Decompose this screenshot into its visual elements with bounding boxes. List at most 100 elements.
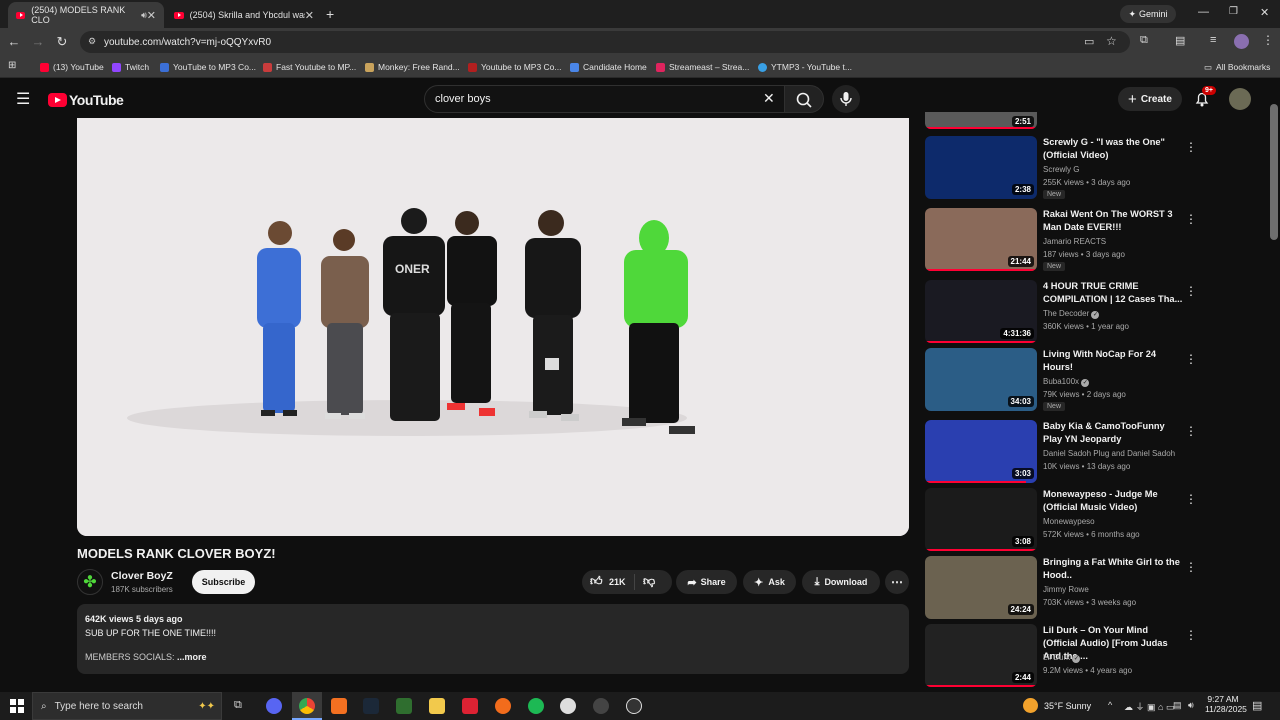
video-thumbnail[interactable]: 2:44 bbox=[925, 624, 1037, 687]
apps-grid-icon[interactable]: ⊞ bbox=[8, 60, 16, 71]
network-icon[interactable]: ▤ bbox=[1173, 700, 1182, 711]
search-button[interactable] bbox=[784, 85, 824, 113]
side-panel-icon[interactable]: ▤ bbox=[1175, 34, 1185, 47]
more-options-icon[interactable]: ⋮ bbox=[1185, 424, 1197, 438]
close-window-button[interactable]: ✕ bbox=[1260, 6, 1269, 19]
task-view-icon[interactable]: ⧉ bbox=[234, 699, 242, 712]
site-info-icon[interactable]: ⚙ bbox=[88, 36, 96, 47]
cast-icon[interactable]: ▭ bbox=[1084, 35, 1094, 48]
tab-search-icon[interactable]: ≡ bbox=[1210, 34, 1216, 46]
video-player[interactable]: ONER bbox=[77, 118, 909, 536]
bookmark-item[interactable]: (13) YouTube bbox=[40, 60, 104, 74]
extensions-icon[interactable]: ⧉ bbox=[1140, 34, 1148, 47]
tab-models-rank[interactable]: (2504) MODELS RANK CLO 🔊︎ ✕ bbox=[8, 2, 164, 28]
vlc-like-icon[interactable] bbox=[331, 698, 347, 714]
recommendation-title[interactable]: Screwly G - "I was the One" (Official Vi… bbox=[1043, 136, 1183, 162]
reload-icon[interactable]: ↻ bbox=[54, 34, 70, 50]
share-button[interactable]: ➦ Share bbox=[676, 570, 737, 594]
notification-center-icon[interactable]: ▤ bbox=[1252, 699, 1262, 712]
close-tab-icon[interactable]: ✕ bbox=[305, 9, 314, 22]
recommendation-channel[interactable]: Monewaypeso bbox=[1043, 517, 1095, 526]
bookmark-item[interactable]: Fast Youtube to MP... bbox=[263, 60, 356, 74]
dislike-icon[interactable]: 👎︎ bbox=[643, 574, 655, 589]
recommendation-title[interactable]: 4 HOUR TRUE CRIME COMPILATION | 12 Cases… bbox=[1043, 280, 1183, 306]
page-scrollbar[interactable] bbox=[1270, 104, 1278, 240]
app-icon[interactable] bbox=[495, 698, 511, 714]
show-more-link[interactable]: ...more bbox=[177, 652, 207, 662]
video-thumbnail[interactable]: 3:03 bbox=[925, 420, 1037, 483]
wordpad-icon[interactable] bbox=[560, 698, 576, 714]
hamburger-menu-icon[interactable]: ☰ bbox=[16, 89, 30, 109]
download-button[interactable]: ⤓ Download bbox=[802, 570, 880, 594]
recommendation-title[interactable]: Rakai Went On The WORST 3 Man Date EVER!… bbox=[1043, 208, 1183, 234]
tab-skrilla[interactable]: (2504) Skrilla and Ybcdul was th ✕ bbox=[166, 2, 322, 28]
minimize-button[interactable]: — bbox=[1198, 6, 1209, 18]
bookmark-star-icon[interactable]: ☆ bbox=[1106, 34, 1117, 48]
more-options-icon[interactable]: ⋮ bbox=[1185, 284, 1197, 298]
more-options-icon[interactable]: ⋮ bbox=[1185, 628, 1197, 642]
create-button[interactable]: + Create bbox=[1118, 87, 1182, 111]
gemini-button[interactable]: ✦ Gemini bbox=[1120, 5, 1176, 23]
more-options-icon[interactable]: ⋮ bbox=[1185, 492, 1197, 506]
video-thumbnail[interactable]: 3:08 bbox=[925, 488, 1037, 551]
discord-icon[interactable] bbox=[266, 698, 282, 714]
app-icon[interactable] bbox=[396, 698, 412, 714]
back-arrow-icon[interactable]: ← bbox=[6, 34, 22, 50]
recommendation-title[interactable]: Living With NoCap For 24 Hours! bbox=[1043, 348, 1183, 374]
volume-icon[interactable]: 🔊︎ bbox=[1188, 700, 1194, 711]
bookmark-item[interactable]: YTMP3 - YouTube t... bbox=[758, 60, 852, 74]
recommendation-item[interactable]: 3:08 Monewaypeso - Judge Me (Official Mus… bbox=[925, 488, 1265, 554]
recommendation-item[interactable]: 3:03 Baby Kia & CamoTooFunny Play YN Jeop… bbox=[925, 420, 1265, 486]
recommendation-item[interactable]: 24:24 Bringing a Fat White Girl to the Ho… bbox=[925, 556, 1265, 622]
more-options-icon[interactable]: ⋮ bbox=[1185, 212, 1197, 226]
ask-button[interactable]: ✦ Ask bbox=[743, 570, 796, 594]
recommendation-channel[interactable]: Daniel Sadoh Plug and Daniel Sadoh bbox=[1043, 449, 1175, 458]
recommendation-channel[interactable]: The Decoder ✓ bbox=[1043, 309, 1100, 319]
media-player-icon[interactable] bbox=[626, 698, 642, 714]
bookmark-item[interactable]: Youtube to MP3 Co... bbox=[468, 60, 562, 74]
recommendation-channel[interactable]: Buba100x ✓ bbox=[1043, 377, 1090, 387]
new-tab-button[interactable]: + bbox=[326, 6, 334, 22]
channel-name[interactable]: Clover BoyZ bbox=[111, 570, 173, 582]
windows-start-icon[interactable] bbox=[10, 699, 24, 718]
address-bar[interactable]: ⚙ youtube.com/watch?v=mj-oQQYxvR0 bbox=[80, 31, 1130, 53]
like-icon[interactable]: 👍︎ bbox=[590, 574, 603, 589]
search-input[interactable]: clover boys bbox=[424, 85, 786, 113]
video-thumbnail[interactable]: 2:38 bbox=[925, 136, 1037, 199]
recommendation-channel[interactable]: Jamario REACTS bbox=[1043, 237, 1106, 246]
tray-chevron-icon[interactable]: ^ bbox=[1108, 700, 1112, 710]
partial-thumbnail[interactable]: 2:51 bbox=[925, 112, 1037, 129]
bookmark-item[interactable]: Monkey: Free Rand... bbox=[365, 60, 460, 74]
recommendation-title[interactable]: Baby Kia & CamoTooFunny Play YN Jeopardy bbox=[1043, 420, 1183, 446]
more-options-icon[interactable]: ⋮ bbox=[1185, 352, 1197, 366]
close-tab-icon[interactable]: ✕ bbox=[147, 9, 156, 22]
youtube-logo[interactable]: YouTube bbox=[48, 92, 124, 108]
recommendation-item[interactable]: 34:03 Living With NoCap For 24 Hours! Buba… bbox=[925, 348, 1265, 414]
recommendation-title[interactable]: Bringing a Fat White Girl to the Hood.. bbox=[1043, 556, 1183, 582]
recommendation-channel[interactable]: Screwly G bbox=[1043, 165, 1079, 174]
account-avatar[interactable] bbox=[1229, 88, 1251, 110]
more-actions-icon[interactable]: ⋯ bbox=[885, 570, 909, 594]
file-explorer-icon[interactable] bbox=[429, 698, 445, 714]
profile-avatar[interactable] bbox=[1234, 34, 1249, 49]
channel-avatar[interactable]: ✤ bbox=[77, 569, 103, 595]
like-count[interactable]: 21K bbox=[609, 577, 626, 587]
bookmark-item[interactable]: Twitch bbox=[112, 60, 149, 74]
bookmark-item[interactable]: Streameast – Strea... bbox=[656, 60, 749, 74]
steam-icon[interactable] bbox=[363, 698, 379, 714]
spotify-icon[interactable] bbox=[528, 698, 544, 714]
video-thumbnail[interactable]: 34:03 bbox=[925, 348, 1037, 411]
forward-arrow-icon[interactable]: → bbox=[30, 34, 46, 50]
clock[interactable]: 9:27 AM 11/28/2025 bbox=[1205, 694, 1247, 714]
chrome-taskbar-button[interactable] bbox=[292, 692, 322, 720]
bookmark-item[interactable]: YouTube to MP3 Co... bbox=[160, 60, 256, 74]
subscribe-button[interactable]: Subscribe bbox=[192, 570, 255, 594]
tray-icons[interactable]: ☁ ⏚ ▣ ⌂ ▭ bbox=[1124, 700, 1174, 713]
video-thumbnail[interactable]: 4:31:36 bbox=[925, 280, 1037, 343]
more-options-icon[interactable]: ⋮ bbox=[1185, 560, 1197, 574]
voice-search-button[interactable] bbox=[832, 85, 860, 113]
recommendation-item[interactable]: 21:44 Rakai Went On The WORST 3 Man Date … bbox=[925, 208, 1265, 274]
recommendation-channel[interactable]: Jimmy Rowe bbox=[1043, 585, 1089, 594]
video-thumbnail[interactable]: 24:24 bbox=[925, 556, 1037, 619]
browser-menu-icon[interactable]: ⋮ bbox=[1262, 33, 1274, 47]
